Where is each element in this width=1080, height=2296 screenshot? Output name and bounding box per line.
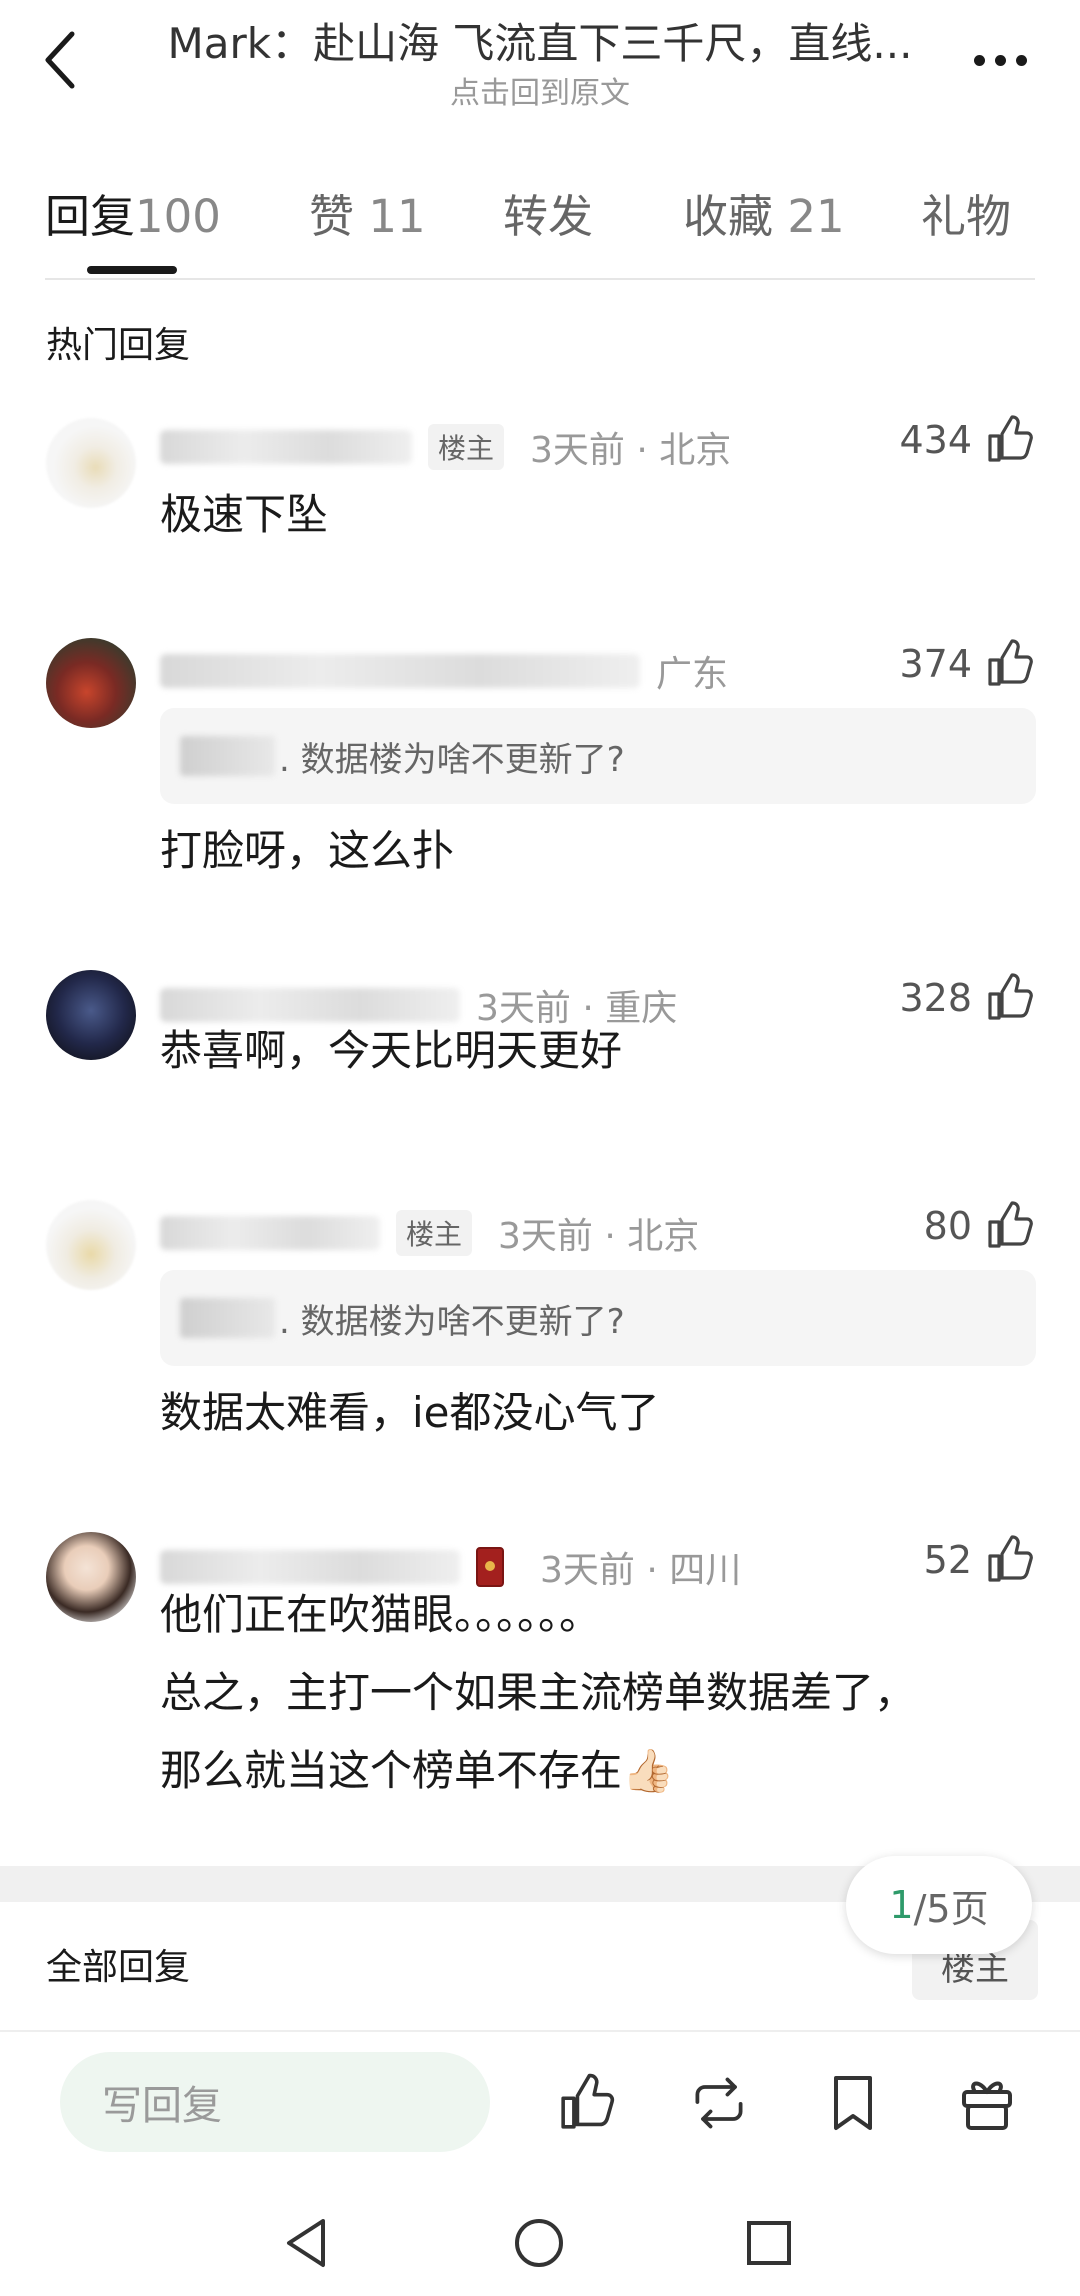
thumbs-up-icon: [988, 639, 1033, 686]
tab-count: 100: [135, 190, 221, 243]
circle-home-icon: [515, 2219, 563, 2267]
tab-count: 21: [787, 190, 845, 243]
more-dot-icon: [1015, 54, 1027, 66]
bottom-action-bar: 写回复: [0, 2030, 1080, 2190]
tab-replies[interactable]: 回复100: [45, 180, 221, 245]
reply-input[interactable]: 写回复: [60, 2052, 490, 2152]
like-count: 52: [923, 1538, 972, 1582]
like-count: 374: [899, 642, 972, 686]
comment-time-location: 3天前 · 北京: [498, 1216, 700, 1257]
more-dot-icon: [994, 54, 1006, 66]
square-recents-icon: [747, 2221, 791, 2265]
username-blurred[interactable]: [160, 430, 412, 464]
top-bar: Mark：赴山海 飞流直下三千尺，直线... 点击回到原文: [0, 0, 1080, 140]
like-button[interactable]: 374: [899, 638, 1036, 690]
like-button[interactable]: 80: [924, 1200, 1036, 1252]
quoted-text: . 数据楼为啥不更新了?: [279, 1301, 625, 1342]
bookmark-icon: [834, 2076, 872, 2130]
avatar[interactable]: [46, 638, 136, 728]
quoted-reply[interactable]: . 数据楼为啥不更新了?: [160, 708, 1036, 804]
like-count: 80: [923, 1204, 972, 1248]
nav-recents-button[interactable]: [734, 2208, 804, 2278]
thumbs-up-icon: [988, 1535, 1033, 1582]
comment-time-location: 3天前 · 北京: [530, 430, 732, 471]
comment-time-location: 广东: [656, 654, 729, 695]
comment-text-line: 总之，主打一个如果主流榜单数据差了，: [160, 1668, 917, 1717]
like-count: 434: [899, 418, 972, 462]
like-button[interactable]: 434: [899, 414, 1036, 466]
gift-button[interactable]: [956, 2072, 1018, 2134]
avatar[interactable]: [46, 970, 136, 1060]
avatar[interactable]: [46, 418, 136, 508]
comment-item: 广东 374 . 数据楼为啥不更新了? 打脸呀，这么扑: [0, 634, 1080, 904]
triangle-back-icon: [287, 2219, 325, 2267]
tab-label: 赞: [309, 190, 355, 243]
thumbs-up-icon: [988, 1201, 1033, 1248]
back-button[interactable]: [30, 20, 90, 100]
bookmark-button[interactable]: [822, 2072, 884, 2134]
tab-favorites[interactable]: 收藏 21: [683, 180, 845, 245]
avatar[interactable]: [46, 1200, 136, 1290]
tab-reposts[interactable]: 转发: [503, 180, 593, 245]
gift-icon: [962, 2081, 1012, 2130]
tab-bar: 回复100 赞 11 转发 收藏 21 礼物: [45, 180, 1035, 280]
post-title[interactable]: Mark：赴山海 飞流直下三千尺，直线...: [140, 10, 940, 71]
op-badge: 楼主: [396, 1210, 473, 1256]
comment-meta: 楼主 3天前 · 北京: [160, 422, 731, 472]
avatar[interactable]: [46, 1532, 136, 1622]
total-pages: /5页: [913, 1886, 989, 1931]
username-blurred[interactable]: [160, 1216, 380, 1250]
comment-text-line: 那么就当这个榜单不存在👍🏻: [160, 1746, 675, 1795]
op-badge: 楼主: [428, 424, 505, 470]
comment-text: 恭喜啊，今天比明天更好: [160, 1026, 623, 1075]
comment-text: 极速下坠: [160, 490, 329, 539]
repost-button[interactable]: [688, 2072, 750, 2134]
thumbs-up-icon: [988, 415, 1033, 462]
comment-item: 3天前 · 四川 52 他们正在吹猫眼。。。。。。 总之，主打一个如果主流榜单数…: [0, 1530, 1080, 1830]
like-count: 328: [899, 976, 972, 1020]
more-options-button[interactable]: [960, 20, 1040, 100]
comment-meta: 楼主 3天前 · 北京: [160, 1208, 699, 1258]
quoted-text: . 数据楼为啥不更新了?: [279, 739, 625, 780]
like-button[interactable]: 328: [899, 972, 1036, 1024]
comment-text: 打脸呀，这么扑: [160, 826, 455, 875]
comment-text: 数据太难看，ie都没心气了: [160, 1388, 660, 1437]
comment-text-line: 他们正在吹猫眼。。。。。。: [160, 1590, 602, 1639]
comment-meta: 广东: [160, 646, 728, 696]
nav-back-button[interactable]: [272, 2208, 342, 2278]
username-blurred[interactable]: [160, 654, 640, 688]
comment-item: 3天前 · 重庆 328 恭喜啊，今天比明天更好: [0, 968, 1080, 1118]
back-to-original-link[interactable]: 点击回到原文: [140, 68, 940, 112]
thumbs-up-icon: [561, 2073, 615, 2129]
system-navigation-bar: [0, 2190, 1080, 2296]
tab-likes[interactable]: 赞 11: [309, 180, 426, 245]
tab-gifts[interactable]: 礼物: [921, 180, 1011, 245]
chevron-left-icon: [45, 31, 75, 89]
tab-label: 回复: [45, 190, 136, 243]
tab-count: 11: [368, 190, 426, 243]
repost-icon: [695, 2077, 743, 2129]
comment-item: 楼主 3天前 · 北京 80 . 数据楼为啥不更新了? 数据太难看，ie都没心气…: [0, 1196, 1080, 1466]
like-post-button[interactable]: [556, 2072, 618, 2134]
quoted-user-blurred: [180, 1298, 275, 1338]
thumbs-up-icon: [988, 973, 1033, 1020]
hot-replies-title: 热门回复: [46, 325, 191, 366]
all-replies-title: 全部回复: [46, 1947, 191, 1988]
more-dot-icon: [973, 54, 985, 66]
like-button[interactable]: 52: [924, 1534, 1036, 1586]
page-indicator[interactable]: 1/5页: [846, 1856, 1032, 1954]
active-tab-indicator: [87, 266, 177, 274]
nav-home-button[interactable]: [504, 2208, 574, 2278]
current-page: 1: [889, 1883, 914, 1927]
comment-item: 楼主 3天前 · 北京 434 极速下坠: [0, 410, 1080, 570]
tab-label: 礼物: [921, 190, 1012, 243]
tab-label: 收藏: [683, 190, 774, 243]
quoted-reply[interactable]: . 数据楼为啥不更新了?: [160, 1270, 1036, 1366]
quoted-user-blurred: [180, 736, 275, 776]
comment-text: 他们正在吹猫眼。。。。。。 总之，主打一个如果主流榜单数据差了， 那么就当这个榜…: [160, 1576, 916, 1810]
tab-label: 转发: [503, 190, 594, 243]
